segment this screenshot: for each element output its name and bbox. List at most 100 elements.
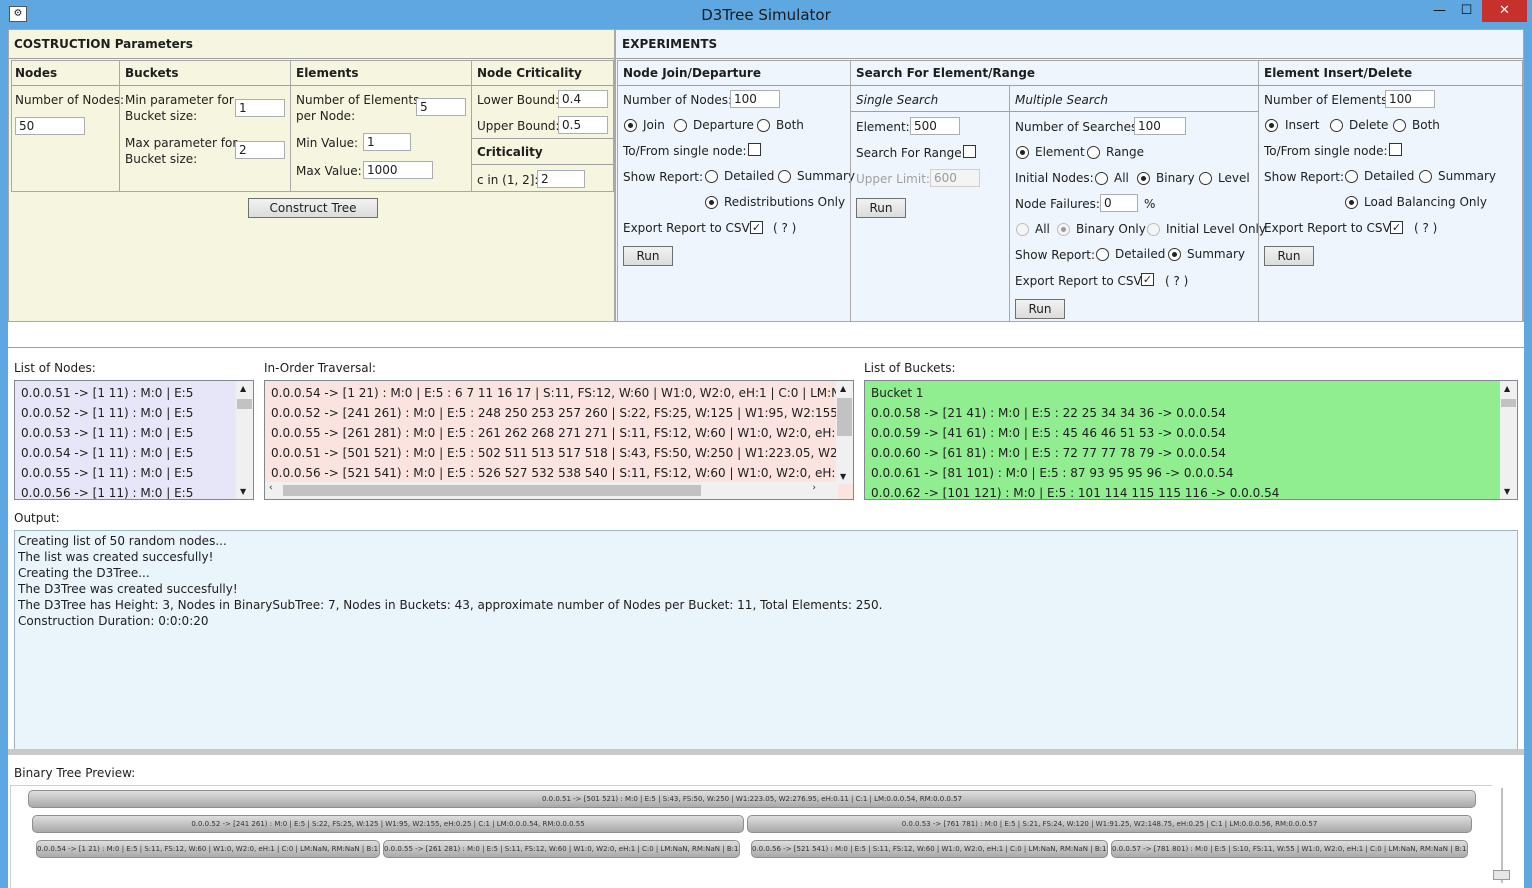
max-bucket-input[interactable]: 2 xyxy=(235,141,285,159)
list-item[interactable]: 0.0.0.60 -> [61 81) : M:0 | E:5 : 72 77 … xyxy=(865,443,1517,463)
insert-run-button[interactable]: Run xyxy=(1264,246,1314,266)
min-bucket-input[interactable]: 1 xyxy=(235,99,285,117)
tree-node-level2-1[interactable]: 0.0.0.54 -> [1 21) : M:0 | E:5 | S:11, F… xyxy=(36,840,380,858)
list-item[interactable]: Bucket 1 xyxy=(865,383,1517,403)
scroll-thumb[interactable] xyxy=(837,398,852,436)
scroll-up-icon[interactable]: ▲ xyxy=(840,384,846,393)
scroll-thumb[interactable] xyxy=(237,399,252,409)
buckets-list[interactable]: Bucket 1 0.0.0.58 -> [21 41) : M:0 | E:5 … xyxy=(864,380,1518,500)
min-value-input[interactable]: 1 xyxy=(363,133,411,151)
list-item[interactable]: 0.0.0.51 -> [501 521) : M:0 | E:5 : 502 … xyxy=(265,443,838,463)
failures-all-radio[interactable] xyxy=(1016,223,1029,236)
join-radio[interactable] xyxy=(624,119,637,132)
list-item[interactable]: 0.0.0.56 -> [521 541) : M:0 | E:5 : 526 … xyxy=(265,463,838,483)
traversal-vscrollbar[interactable]: ▲ ▼ xyxy=(836,381,853,484)
list-item[interactable]: 0.0.0.53 -> [1 11) : M:0 | E:5 xyxy=(15,423,253,443)
buckets-list-scrollbar[interactable]: ▲ ▼ xyxy=(1500,381,1517,499)
initial-level-radio[interactable] xyxy=(1199,172,1212,185)
insert-single-node-checkbox[interactable] xyxy=(1389,143,1402,156)
nodes-list[interactable]: 0.0.0.51 -> [1 11) : M:0 | E:5 0.0.0.52 -… xyxy=(14,380,254,500)
minimize-button[interactable]: — xyxy=(1426,0,1453,22)
tree-zoom-slider[interactable] xyxy=(1492,785,1524,888)
join-summary-radio[interactable] xyxy=(778,170,791,183)
list-item[interactable]: 0.0.0.59 -> [41 61) : M:0 | E:5 : 45 46 … xyxy=(865,423,1517,443)
scroll-left-icon[interactable]: ‹ xyxy=(269,483,273,493)
tree-node-level2-4[interactable]: 0.0.0.57 -> [781 801) : M:0 | E:5 | S:10… xyxy=(1111,840,1468,858)
tree-node-root[interactable]: 0.0.0.51 -> [501 521) : M:0 | E:5 | S:43… xyxy=(28,790,1476,808)
join-detailed-radio[interactable] xyxy=(705,170,718,183)
tree-node-level2-2[interactable]: 0.0.0.55 -> [261 281) : M:0 | E:5 | S:11… xyxy=(383,840,740,858)
redistributions-radio[interactable] xyxy=(705,196,718,209)
insert-detailed-radio[interactable] xyxy=(1345,170,1358,183)
join-nodes-input[interactable]: 100 xyxy=(730,90,780,108)
failures-binary-radio[interactable] xyxy=(1057,223,1070,236)
join-both-radio[interactable] xyxy=(757,119,770,132)
scroll-down-icon[interactable]: ▼ xyxy=(1504,487,1510,496)
single-search-run-button[interactable]: Run xyxy=(856,198,906,218)
insert-csv-checkbox[interactable]: ✓ xyxy=(1390,221,1403,234)
multi-detailed-radio[interactable] xyxy=(1096,248,1109,261)
list-item[interactable]: 0.0.0.55 -> [261 281) : M:0 | E:5 : 261 … xyxy=(265,423,838,443)
multi-search-run-button[interactable]: Run xyxy=(1015,299,1065,319)
node-failures-input[interactable]: 0 xyxy=(1100,194,1138,212)
join-csv-checkbox[interactable]: ✓ xyxy=(750,221,763,234)
upper-bound-input[interactable]: 0.5 xyxy=(558,116,608,134)
scroll-down-icon[interactable]: ▼ xyxy=(840,472,846,481)
c-parameter-input[interactable]: 2 xyxy=(537,170,585,188)
join-csv-help[interactable]: ( ? ) xyxy=(773,221,796,235)
scroll-up-icon[interactable]: ▲ xyxy=(240,384,246,393)
insert-both-radio[interactable] xyxy=(1393,119,1406,132)
scroll-down-icon[interactable]: ▼ xyxy=(240,487,246,496)
list-item[interactable]: 0.0.0.52 -> [241 261) : M:0 | E:5 : 248 … xyxy=(265,403,838,423)
list-item[interactable]: 0.0.0.56 -> [1 11) : M:0 | E:5 xyxy=(15,483,253,499)
list-item[interactable]: 0.0.0.51 -> [1 11) : M:0 | E:5 xyxy=(15,383,253,403)
nodes-list-scrollbar[interactable]: ▲ ▼ xyxy=(236,381,253,499)
scroll-thumb[interactable] xyxy=(1501,399,1516,407)
list-item[interactable]: 0.0.0.58 -> [21 41) : M:0 | E:5 : 22 25 … xyxy=(865,403,1517,423)
single-element-input[interactable]: 500 xyxy=(910,117,960,135)
scroll-thumb[interactable] xyxy=(283,485,701,496)
traversal-hscrollbar[interactable]: ‹ › xyxy=(265,482,838,499)
list-item[interactable]: 0.0.0.52 -> [1 11) : M:0 | E:5 xyxy=(15,403,253,423)
tree-node-level2-3[interactable]: 0.0.0.56 -> [521 541) : M:0 | E:5 | S:11… xyxy=(751,840,1108,858)
failures-initial-radio[interactable] xyxy=(1147,223,1160,236)
scroll-right-icon[interactable]: › xyxy=(812,483,816,493)
list-item[interactable]: 0.0.0.62 -> [101 121) : M:0 | E:5 : 101 … xyxy=(865,483,1517,499)
scroll-up-icon[interactable]: ▲ xyxy=(1504,384,1510,393)
search-range-radio[interactable] xyxy=(1087,146,1100,159)
construct-tree-button[interactable]: Construct Tree xyxy=(248,198,378,218)
output-textbox[interactable]: Creating list of 50 random nodes... The l… xyxy=(14,530,1518,750)
initial-binary-radio[interactable] xyxy=(1137,172,1150,185)
delete-radio[interactable] xyxy=(1330,119,1343,132)
tree-node-level1-left[interactable]: 0.0.0.52 -> [241 261) : M:0 | E:5 | S:22… xyxy=(32,815,744,833)
multi-summary-radio[interactable] xyxy=(1168,248,1181,261)
max-value-input[interactable]: 1000 xyxy=(363,161,433,179)
list-item[interactable]: 0.0.0.55 -> [1 11) : M:0 | E:5 xyxy=(15,463,253,483)
load-balancing-radio[interactable] xyxy=(1345,196,1358,209)
searches-input[interactable]: 100 xyxy=(1134,117,1186,135)
multi-csv-checkbox[interactable]: ✓ xyxy=(1141,273,1154,286)
list-item[interactable]: 0.0.0.54 -> [1 21) : M:0 | E:5 : 6 7 11 … xyxy=(265,383,838,403)
search-element-radio[interactable] xyxy=(1016,146,1029,159)
list-item[interactable]: 0.0.0.61 -> [81 101) : M:0 | E:5 : 87 93… xyxy=(865,463,1517,483)
close-button[interactable]: ✕ xyxy=(1482,0,1527,22)
multi-csv-help[interactable]: ( ? ) xyxy=(1165,274,1188,288)
upper-limit-input[interactable]: 600 xyxy=(930,169,980,187)
departure-radio[interactable] xyxy=(674,119,687,132)
initial-all-radio[interactable] xyxy=(1095,172,1108,185)
insert-csv-help[interactable]: ( ? ) xyxy=(1414,221,1437,235)
list-item[interactable]: 0.0.0.54 -> [1 11) : M:0 | E:5 xyxy=(15,443,253,463)
tree-node-level1-right[interactable]: 0.0.0.53 -> [761 781) : M:0 | E:5 | S:21… xyxy=(747,815,1472,833)
splitter[interactable] xyxy=(8,749,1524,755)
search-range-checkbox[interactable] xyxy=(963,145,976,158)
lower-bound-input[interactable]: 0.4 xyxy=(558,90,608,108)
join-single-node-checkbox[interactable] xyxy=(748,143,761,156)
join-run-button[interactable]: Run xyxy=(623,246,673,266)
slider-thumb[interactable] xyxy=(1493,870,1510,880)
insert-radio[interactable] xyxy=(1265,119,1278,132)
insert-elements-input[interactable]: 100 xyxy=(1385,90,1435,108)
maximize-button[interactable]: ☐ xyxy=(1453,0,1480,22)
elements-per-node-input[interactable]: 5 xyxy=(416,98,466,116)
number-of-nodes-input[interactable]: 50 xyxy=(15,117,85,135)
traversal-list[interactable]: 0.0.0.54 -> [1 21) : M:0 | E:5 : 6 7 11 … xyxy=(264,380,854,500)
